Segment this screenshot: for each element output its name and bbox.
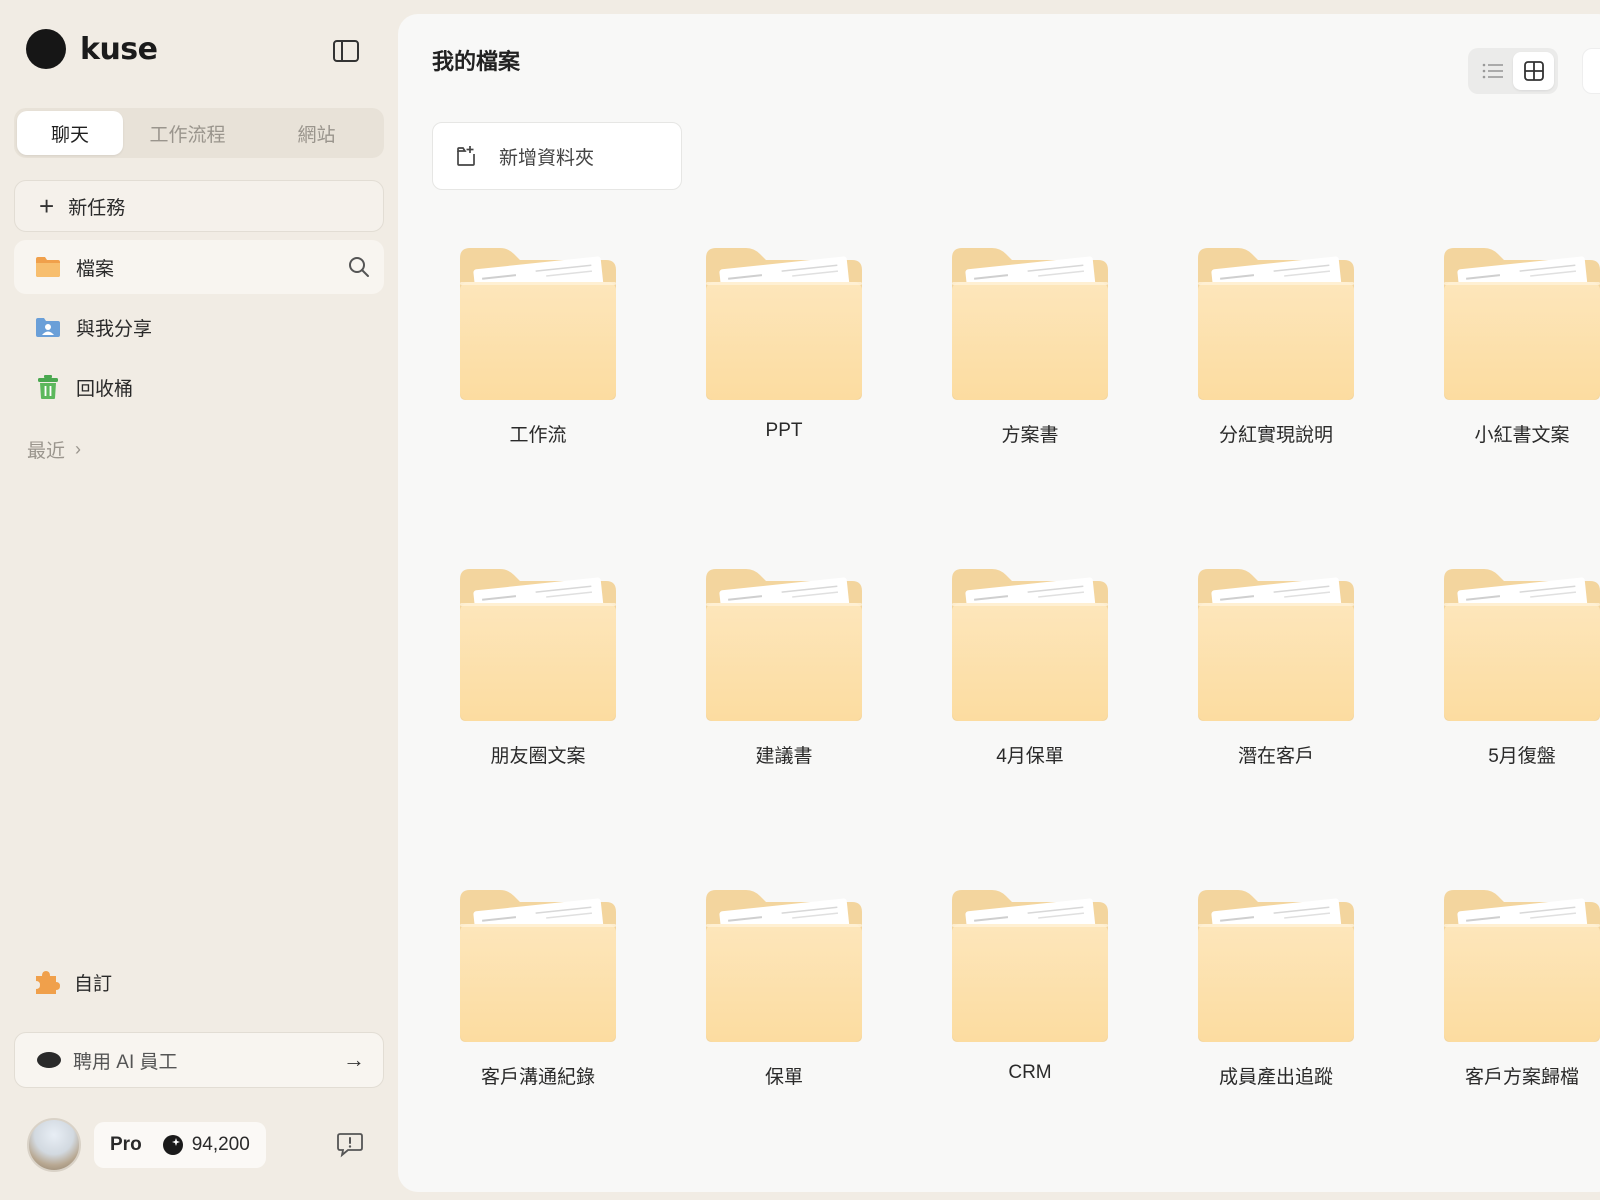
sidebar-item-label: 與我分享	[76, 318, 153, 340]
arrow-right-icon: →	[343, 1047, 365, 1072]
hire-ai-employee-button[interactable]: 聘用 AI 員工 →	[14, 1032, 384, 1088]
folder-icon	[1198, 890, 1354, 1042]
view-mode-toggle	[1468, 48, 1558, 94]
avatar[interactable]	[27, 1118, 81, 1172]
add-folder-icon	[457, 146, 475, 166]
folder-label: CRM	[1008, 1062, 1052, 1083]
folder-label: 成員產出追蹤	[1218, 1067, 1333, 1088]
folder-icon	[706, 248, 862, 400]
folder-item[interactable]: 潛在客戶	[1170, 565, 1370, 805]
search-icon[interactable]	[348, 256, 370, 278]
folder-icon	[34, 253, 62, 281]
trash-icon	[34, 373, 62, 401]
new-task-label: 新任務	[68, 197, 126, 219]
puzzle-icon	[32, 968, 60, 996]
folder-item[interactable]: 小紅書文案	[1416, 244, 1600, 484]
folder-icon	[460, 569, 616, 721]
shared-user-icon	[34, 313, 62, 341]
sidebar-item-label: 檔案	[76, 258, 115, 280]
brand[interactable]: kuse	[26, 29, 158, 69]
credits-icon	[162, 1135, 183, 1155]
page-title: 我的檔案	[432, 49, 521, 74]
brand-logo	[26, 29, 66, 69]
folder-item[interactable]: 方案書	[924, 244, 1124, 484]
folder-item[interactable]: 4月保單	[924, 565, 1124, 805]
sidebar-item-label: 回收桶	[76, 378, 134, 400]
folder-label: 方案書	[1001, 425, 1059, 446]
tab-website[interactable]: 網站	[252, 111, 381, 155]
folder-label: 客戶溝通紀錄	[480, 1067, 595, 1088]
folder-label: 朋友圈文案	[490, 746, 586, 767]
folder-label: 4月保單	[996, 746, 1064, 767]
folder-icon	[1444, 569, 1600, 721]
folder-icon	[460, 890, 616, 1042]
folder-icon	[460, 248, 616, 400]
folder-item[interactable]: 5月復盤	[1416, 565, 1600, 805]
credits-value: 94,200	[191, 1134, 250, 1155]
plan-credits-badge[interactable]: Pro 94,200	[94, 1122, 266, 1168]
custom-button[interactable]: 自訂	[32, 968, 112, 996]
folder-icon	[706, 890, 862, 1042]
folder-item[interactable]: 保單	[678, 886, 878, 1126]
folder-item[interactable]: 客戶溝通紀錄	[432, 886, 632, 1126]
feedback-icon[interactable]	[336, 1130, 364, 1158]
folder-item[interactable]: 建議書	[678, 565, 878, 805]
new-folder-button[interactable]: 新增資料夾	[432, 122, 682, 190]
folder-icon	[952, 569, 1108, 721]
custom-label: 自訂	[74, 973, 113, 995]
sidebar-item-files[interactable]: 檔案	[14, 240, 384, 294]
mode-tabs: 聊天 工作流程 網站	[14, 108, 384, 158]
folder-label: 工作流	[509, 425, 567, 446]
folder-icon	[706, 569, 862, 721]
recent-section-toggle[interactable]: 最近 ›	[27, 436, 81, 463]
folder-label: 建議書	[755, 746, 813, 767]
folder-label: 客戶方案歸檔	[1464, 1067, 1579, 1088]
folder-item[interactable]: CRM	[924, 886, 1124, 1126]
grid-view-button[interactable]	[1513, 52, 1554, 90]
chevron-right-icon: ›	[75, 439, 82, 459]
folder-item[interactable]: 工作流	[432, 244, 632, 484]
folder-icon	[1198, 569, 1354, 721]
folder-item[interactable]: PPT	[678, 244, 878, 484]
toolbar-button-partial[interactable]	[1582, 48, 1600, 94]
list-view-button[interactable]	[1472, 52, 1513, 90]
recent-label: 最近	[27, 441, 66, 462]
folder-label: 小紅書文案	[1474, 425, 1570, 446]
folder-label: 潛在客戶	[1237, 746, 1314, 767]
folder-label: 保單	[764, 1067, 803, 1088]
folder-item[interactable]: 朋友圈文案	[432, 565, 632, 805]
folder-item[interactable]: 客戶方案歸檔	[1416, 886, 1600, 1126]
new-task-button[interactable]: + 新任務	[14, 180, 384, 232]
plan-label: Pro	[110, 1134, 142, 1155]
sidebar-item-shared[interactable]: 與我分享	[14, 300, 384, 354]
sidebar: kuse 聊天 工作流程 網站 + 新任務 檔案 與我分享 回收桶 最近 › 自…	[0, 0, 398, 1200]
folder-label: 分紅實現說明	[1218, 425, 1333, 446]
folder-icon	[1198, 248, 1354, 400]
hire-label: 聘用 AI 員工	[73, 1051, 178, 1073]
tab-workflow[interactable]: 工作流程	[123, 111, 252, 155]
main-panel: 我的檔案 新增資料夾 工作流 PPT 方案書 分紅實現說明 小紅書文案朋友圈文案	[398, 14, 1600, 1192]
folder-icon	[1444, 890, 1600, 1042]
list-icon	[1482, 63, 1503, 79]
grid-icon	[1523, 61, 1544, 81]
folder-item[interactable]: 分紅實現說明	[1170, 244, 1370, 484]
new-folder-label: 新增資料夾	[499, 147, 595, 169]
folder-label: 5月復盤	[1488, 746, 1556, 767]
folder-icon	[1444, 248, 1600, 400]
tab-chat[interactable]: 聊天	[17, 111, 123, 155]
folder-icon	[952, 248, 1108, 400]
brand-name: kuse	[80, 31, 158, 67]
folder-icon	[952, 890, 1108, 1042]
folder-label: PPT	[765, 420, 803, 441]
sidebar-item-trash[interactable]: 回收桶	[14, 360, 384, 414]
plus-icon: +	[39, 191, 55, 221]
folder-item[interactable]: 成員產出追蹤	[1170, 886, 1370, 1126]
sidebar-collapse-icon[interactable]	[332, 38, 360, 64]
kuse-logo-icon	[37, 1052, 61, 1068]
